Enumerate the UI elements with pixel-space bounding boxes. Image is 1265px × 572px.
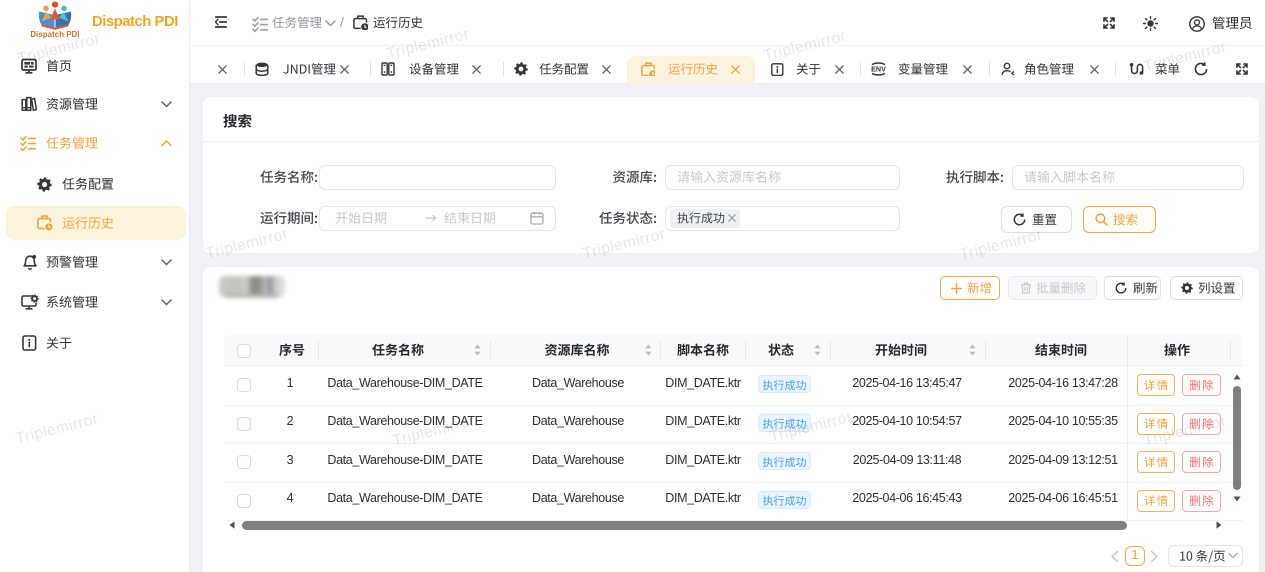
svg-text:ENV: ENV <box>871 65 886 74</box>
